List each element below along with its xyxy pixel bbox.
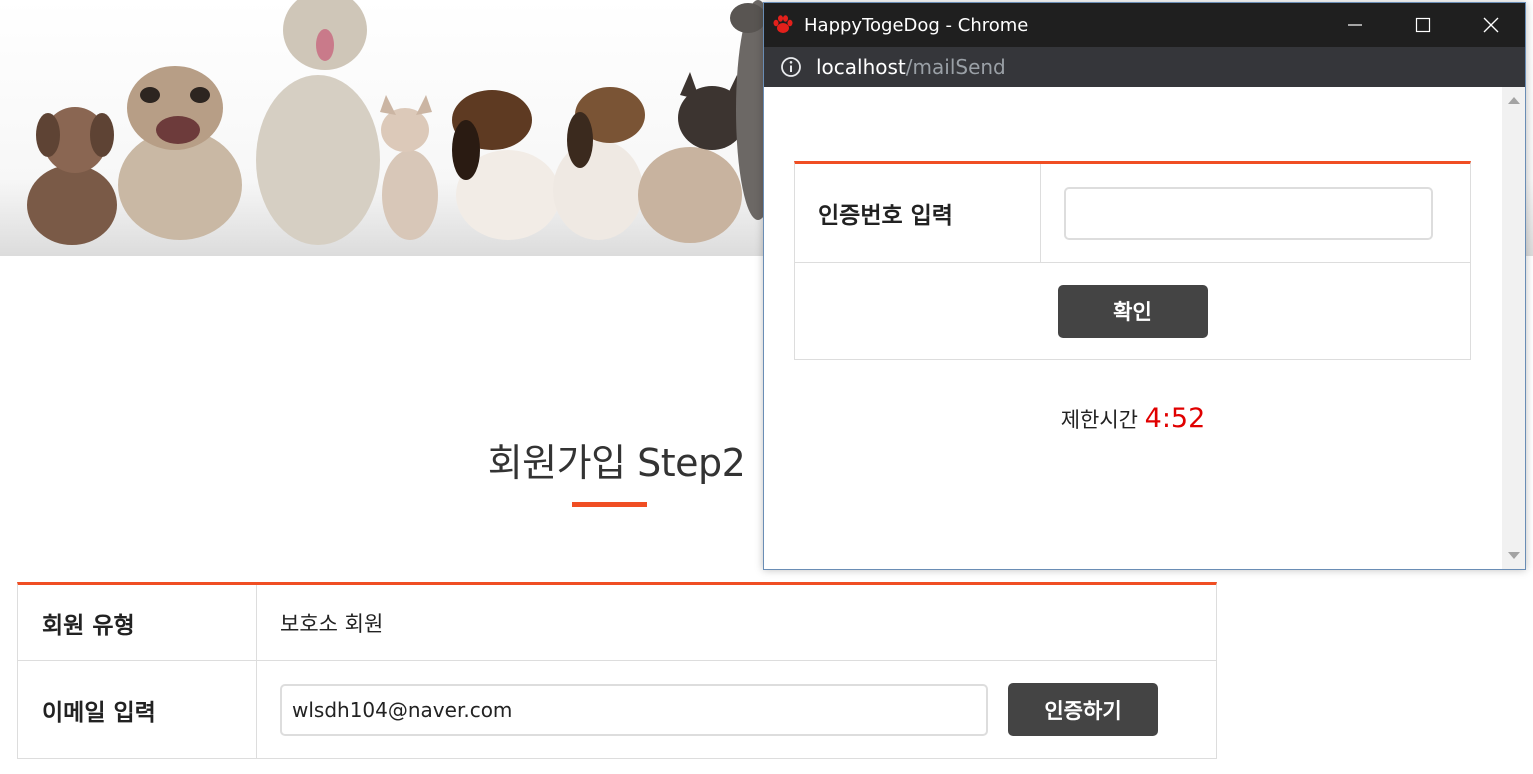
maximize-icon[interactable] [1389, 3, 1457, 47]
verification-table: 인증번호 입력 확인 [794, 161, 1471, 360]
dog-image-basset-2 [553, 87, 645, 240]
email-cell: 인증하기 [257, 661, 1216, 758]
dog-image-bulldog [118, 66, 242, 240]
time-limit-value: 4:52 [1144, 403, 1206, 434]
code-row: 인증번호 입력 [795, 164, 1470, 263]
code-cell [1041, 164, 1470, 262]
popup-window: HappyTogeDog - Chrome localhost/mailSend [763, 2, 1526, 570]
member-type-label: 회원 유형 [18, 585, 257, 660]
dog-image-chihuahua [380, 95, 438, 240]
minimize-icon[interactable] [1321, 3, 1389, 47]
verification-code-input[interactable] [1064, 186, 1433, 240]
popup-content: 인증번호 입력 확인 제한시간 4:52 [764, 87, 1502, 569]
dog-image-basset [452, 90, 560, 240]
member-type-row: 회원 유형 보호소 회원 [18, 585, 1216, 661]
close-icon[interactable] [1457, 3, 1525, 47]
code-label: 인증번호 입력 [795, 164, 1041, 262]
address-bar[interactable]: localhost/mailSend [764, 47, 1525, 87]
email-input[interactable] [280, 683, 988, 736]
title-underline [572, 502, 647, 507]
url-text: localhost/mailSend [816, 55, 1006, 79]
email-row: 이메일 입력 인증하기 [18, 661, 1216, 759]
paw-icon [771, 13, 795, 37]
dog-image-puppy [27, 107, 117, 245]
signup-form-table: 회원 유형 보호소 회원 이메일 입력 인증하기 [17, 582, 1217, 759]
email-label: 이메일 입력 [18, 661, 257, 758]
url-host: localhost [816, 55, 906, 79]
time-limit: 제한시간 4:52 [764, 403, 1502, 434]
scrollbar[interactable] [1502, 87, 1525, 569]
confirm-button[interactable]: 확인 [1057, 284, 1208, 338]
url-path: /mailSend [905, 55, 1006, 79]
verify-button[interactable]: 인증하기 [1008, 683, 1158, 736]
dog-image-retriever [256, 0, 380, 245]
scroll-up-arrow[interactable] [1508, 97, 1520, 104]
dog-image-frenchie [638, 72, 746, 243]
time-limit-label: 제한시간 [1060, 408, 1138, 432]
confirm-row: 확인 [795, 263, 1470, 360]
window-controls [1321, 3, 1525, 47]
window-title: HappyTogeDog - Chrome [804, 14, 1029, 36]
info-icon[interactable] [780, 56, 802, 78]
scroll-down-arrow[interactable] [1508, 552, 1520, 559]
window-titlebar[interactable]: HappyTogeDog - Chrome [764, 3, 1525, 47]
member-type-value: 보호소 회원 [280, 611, 384, 636]
